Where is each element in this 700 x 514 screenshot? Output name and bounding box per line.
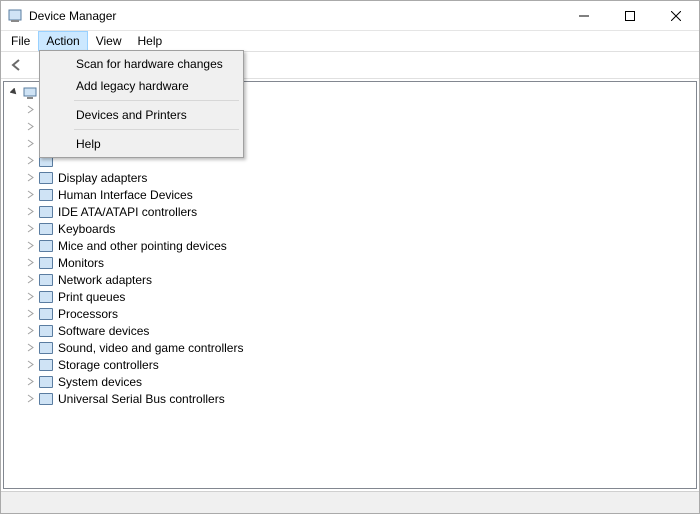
menu-devices-and-printers[interactable]: Devices and Printers <box>42 104 241 126</box>
menu-action[interactable]: Action <box>38 31 87 51</box>
menu-view[interactable]: View <box>88 31 130 51</box>
device-category-icon <box>38 289 54 305</box>
device-category-icon <box>38 306 54 322</box>
expand-icon[interactable] <box>24 138 36 150</box>
tree-item[interactable]: Sound, video and game controllers <box>8 339 696 356</box>
expand-icon[interactable] <box>24 393 36 405</box>
tree-item[interactable]: Human Interface Devices <box>8 186 696 203</box>
expand-icon[interactable] <box>24 172 36 184</box>
window-controls <box>561 1 699 31</box>
expand-icon[interactable] <box>24 359 36 371</box>
device-category-icon <box>38 272 54 288</box>
tree-item-label: Keyboards <box>58 222 115 236</box>
tree-item-label: Print queues <box>58 290 125 304</box>
menu-help[interactable]: Help <box>42 133 241 155</box>
tree-item-label: Display adapters <box>58 171 147 185</box>
dropdown-separator <box>74 129 239 130</box>
expand-icon[interactable] <box>24 121 36 133</box>
device-category-icon <box>38 204 54 220</box>
tree-item-label: System devices <box>58 375 142 389</box>
menu-file[interactable]: File <box>3 31 38 51</box>
maximize-button[interactable] <box>607 1 653 31</box>
tree-item[interactable]: Universal Serial Bus controllers <box>8 390 696 407</box>
device-category-icon <box>38 391 54 407</box>
tree-item[interactable]: Display adapters <box>8 169 696 186</box>
expand-icon[interactable] <box>24 325 36 337</box>
expand-icon[interactable] <box>24 104 36 116</box>
expand-icon[interactable] <box>24 223 36 235</box>
expand-icon[interactable] <box>24 189 36 201</box>
tree-item-label: Sound, video and game controllers <box>58 341 243 355</box>
tree-item-label: Processors <box>58 307 118 321</box>
expand-icon[interactable] <box>24 308 36 320</box>
device-category-icon <box>38 357 54 373</box>
minimize-button[interactable] <box>561 1 607 31</box>
tree-item[interactable]: Software devices <box>8 322 696 339</box>
tree-item[interactable]: Network adapters <box>8 271 696 288</box>
device-category-icon <box>38 340 54 356</box>
close-button[interactable] <box>653 1 699 31</box>
tree-item-label: Storage controllers <box>58 358 159 372</box>
tree-item[interactable]: System devices <box>8 373 696 390</box>
back-button[interactable] <box>5 54 29 76</box>
device-category-icon <box>38 238 54 254</box>
tree-item[interactable]: Print queues <box>8 288 696 305</box>
device-category-icon <box>38 323 54 339</box>
device-category-icon <box>38 221 54 237</box>
expand-icon[interactable] <box>24 291 36 303</box>
device-category-icon <box>38 374 54 390</box>
expand-icon[interactable] <box>24 240 36 252</box>
title-bar: Device Manager <box>1 1 699 31</box>
tree-item[interactable]: Keyboards <box>8 220 696 237</box>
expand-icon[interactable] <box>24 155 36 167</box>
tree-item[interactable]: Mice and other pointing devices <box>8 237 696 254</box>
app-icon <box>7 8 23 24</box>
expand-icon[interactable] <box>24 257 36 269</box>
tree-item-label: Software devices <box>58 324 149 338</box>
expand-icon[interactable] <box>24 342 36 354</box>
menu-help[interactable]: Help <box>130 31 171 51</box>
tree-item-label: IDE ATA/ATAPI controllers <box>58 205 197 219</box>
status-bar <box>1 491 699 513</box>
tree-item-label: Universal Serial Bus controllers <box>58 392 225 406</box>
device-category-icon <box>38 187 54 203</box>
tree-item[interactable]: Storage controllers <box>8 356 696 373</box>
collapse-icon[interactable] <box>8 87 20 99</box>
device-category-icon <box>38 170 54 186</box>
menu-scan-hardware[interactable]: Scan for hardware changes <box>42 53 241 75</box>
tree-item-label: Network adapters <box>58 273 152 287</box>
tree-item[interactable]: IDE ATA/ATAPI controllers <box>8 203 696 220</box>
dropdown-separator <box>74 100 239 101</box>
window-title: Device Manager <box>29 9 116 23</box>
tree-item-label: Monitors <box>58 256 104 270</box>
device-category-icon <box>38 255 54 271</box>
action-menu-dropdown: Scan for hardware changes Add legacy har… <box>39 50 244 158</box>
expand-icon[interactable] <box>24 376 36 388</box>
menu-add-legacy-hardware[interactable]: Add legacy hardware <box>42 75 241 97</box>
tree-item-label: Mice and other pointing devices <box>58 239 227 253</box>
tree-item[interactable]: Processors <box>8 305 696 322</box>
expand-icon[interactable] <box>24 274 36 286</box>
tree-item[interactable]: Monitors <box>8 254 696 271</box>
menu-bar: File Action View Help <box>1 31 699 51</box>
computer-icon <box>22 85 38 101</box>
tree-item-label: Human Interface Devices <box>58 188 193 202</box>
expand-icon[interactable] <box>24 206 36 218</box>
